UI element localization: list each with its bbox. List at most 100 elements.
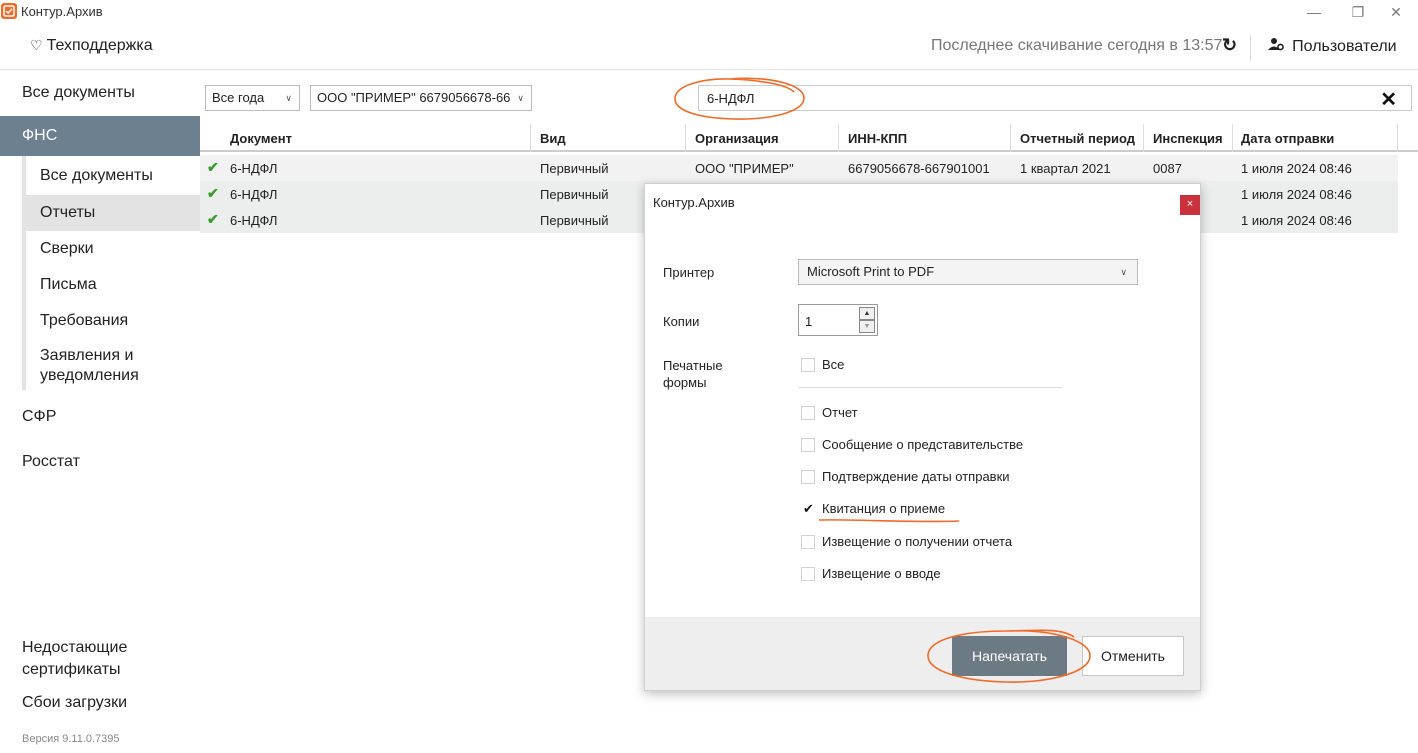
clear-search-icon[interactable]: ✕ (1380, 87, 1397, 112)
checkbox-label: Сообщение о представительстве (822, 437, 1024, 452)
checkbox-checked[interactable] (801, 501, 815, 517)
column-divider (1143, 124, 1144, 152)
checkbox-label: Все (822, 357, 845, 372)
cancel-button[interactable]: Отменить (1082, 636, 1184, 676)
nav-missing-certificates[interactable]: Недостающие сертификаты (22, 637, 152, 681)
column-header-document[interactable]: Документ (230, 131, 292, 146)
chevron-down-icon: ∨ (1120, 267, 1127, 277)
close-window-button[interactable]: ✕ (1374, 0, 1418, 25)
sidebar: Все документы ФНС Все документы Отчеты С… (0, 70, 200, 753)
checkbox-label: Извещение о вводе (822, 566, 941, 581)
cell-organization: ООО "ПРИМЕР" (695, 161, 794, 176)
copies-value: 1 (805, 314, 813, 329)
organization-filter-select[interactable]: ООО "ПРИМЕР" 6679056678-66 ∨ (310, 85, 532, 111)
app-header: ♡ Техподдержка Последнее скачивание сегод… (0, 25, 1418, 70)
header-divider (1250, 35, 1251, 61)
dialog-title: Контур.Архив (653, 195, 735, 210)
nav-fns-reports[interactable]: Отчеты (26, 195, 200, 231)
cell-period: 1 квартал 2021 (1020, 161, 1111, 176)
heart-icon: ♡ (30, 37, 43, 53)
column-divider (1010, 124, 1011, 152)
checkbox[interactable] (801, 406, 815, 420)
nav-fns-applications[interactable]: Заявления и уведомления (26, 346, 186, 390)
print-forms-label: Печатные формы (663, 358, 723, 390)
checkbox[interactable] (801, 470, 815, 484)
nav-fns-letters[interactable]: Письма (26, 267, 200, 303)
printer-label: Принтер (663, 265, 715, 280)
table-row[interactable]: ✔ 6-НДФЛ Первичный ООО "ПРИМЕР" 66790566… (200, 155, 1398, 181)
checkbox-label: Отчет (822, 405, 858, 420)
checkmark-icon: ✔ (207, 159, 219, 175)
organization-filter-value: ООО "ПРИМЕР" 6679056678-66 (317, 90, 511, 105)
nav-fns-requirements[interactable]: Требования (26, 303, 200, 339)
app-logo-icon (1, 3, 17, 19)
checkmark-icon: ✔ (207, 185, 219, 201)
search-input[interactable]: 6-НДФЛ ✕ (698, 85, 1412, 111)
checkbox-label: Подтверждение даты отправки (822, 469, 1010, 484)
cell-document: 6-НДФЛ (230, 213, 278, 228)
year-filter-value: Все года (212, 90, 265, 105)
cell-kind: Первичный (540, 161, 609, 176)
column-divider (530, 124, 531, 152)
checkbox[interactable] (801, 567, 815, 581)
column-header-inspection[interactable]: Инспекция (1153, 131, 1223, 146)
chevron-down-icon: ∨ (285, 93, 292, 103)
cell-kind: Первичный (540, 213, 609, 228)
checkbox[interactable] (801, 438, 815, 452)
users-label: Пользователи (1292, 38, 1397, 55)
decrement-icon[interactable]: ▼ (859, 320, 875, 333)
column-divider (1397, 124, 1398, 152)
nav-all-documents[interactable]: Все документы (22, 84, 135, 102)
printer-value: Microsoft Print to PDF (807, 264, 935, 279)
cell-sent-date: 1 июля 2024 08:46 (1241, 187, 1352, 202)
refresh-icon[interactable]: ↻ (1222, 35, 1237, 56)
nav-sfr[interactable]: СФР (22, 408, 56, 426)
print-button[interactable]: Напечатать (952, 636, 1067, 676)
dialog-close-button[interactable]: × (1180, 195, 1200, 215)
column-divider (838, 124, 839, 152)
printer-select[interactable]: Microsoft Print to PDF ∨ (798, 259, 1138, 285)
forms-divider (798, 387, 1062, 388)
window-title: Контур.Архив (21, 4, 103, 19)
support-link[interactable]: ♡ Техподдержка (30, 37, 153, 55)
title-bar: Контур.Архив — ❐ ✕ (0, 0, 1418, 25)
checkbox[interactable] (801, 535, 815, 549)
search-value: 6-НДФЛ (707, 91, 755, 106)
nav-load-errors[interactable]: Сбои загрузки (22, 694, 127, 712)
nav-fns[interactable]: ФНС (0, 116, 200, 156)
minimize-button[interactable]: — (1292, 0, 1336, 25)
dialog-footer: Напечатать Отменить (645, 617, 1200, 690)
column-header-kind[interactable]: Вид (540, 131, 566, 146)
cell-kind: Первичный (540, 187, 609, 202)
column-header-sent-date[interactable]: Дата отправки (1241, 131, 1334, 146)
column-header-period[interactable]: Отчетный период (1020, 131, 1135, 146)
nav-fns-all-documents[interactable]: Все документы (26, 158, 200, 194)
increment-icon[interactable]: ▲ (859, 307, 875, 320)
column-header-inn-kpp[interactable]: ИНН-КПП (848, 131, 907, 146)
last-download-status: Последнее скачивание сегодня в 13:57 (931, 37, 1223, 54)
cell-document: 6-НДФЛ (230, 187, 278, 202)
cell-document: 6-НДФЛ (230, 161, 278, 176)
checkbox[interactable] (801, 358, 815, 372)
copies-stepper[interactable]: 1 ▲ ▼ (798, 304, 878, 336)
version-label: Версия 9.11.0.7395 (22, 733, 120, 745)
nav-rosstat[interactable]: Росстат (22, 453, 80, 471)
checkbox-label: Извещение о получении отчета (822, 534, 1013, 549)
cell-inn-kpp: 6679056678-667901001 (848, 161, 990, 176)
cell-sent-date: 1 июля 2024 08:46 (1241, 213, 1352, 228)
table-header: Документ Вид Организация ИНН-КПП Отчетны… (200, 124, 1418, 152)
nav-fns-reconciliations[interactable]: Сверки (26, 231, 200, 267)
cell-sent-date: 1 июля 2024 08:46 (1241, 161, 1352, 176)
users-button[interactable]: Пользователи (1268, 37, 1397, 56)
print-dialog: Контур.Архив × Принтер Microsoft Print t… (644, 183, 1201, 691)
support-label: Техподдержка (46, 37, 153, 54)
column-header-organization[interactable]: Организация (695, 131, 779, 146)
column-divider (685, 124, 686, 152)
year-filter-select[interactable]: Все года ∨ (205, 85, 300, 111)
column-divider (1232, 124, 1233, 152)
cell-inspection: 0087 (1153, 161, 1182, 176)
checkbox-label: Квитанция о приеме (822, 501, 946, 516)
user-settings-icon (1268, 38, 1288, 55)
chevron-down-icon: ∨ (517, 93, 524, 103)
copies-label: Копии (663, 314, 700, 329)
